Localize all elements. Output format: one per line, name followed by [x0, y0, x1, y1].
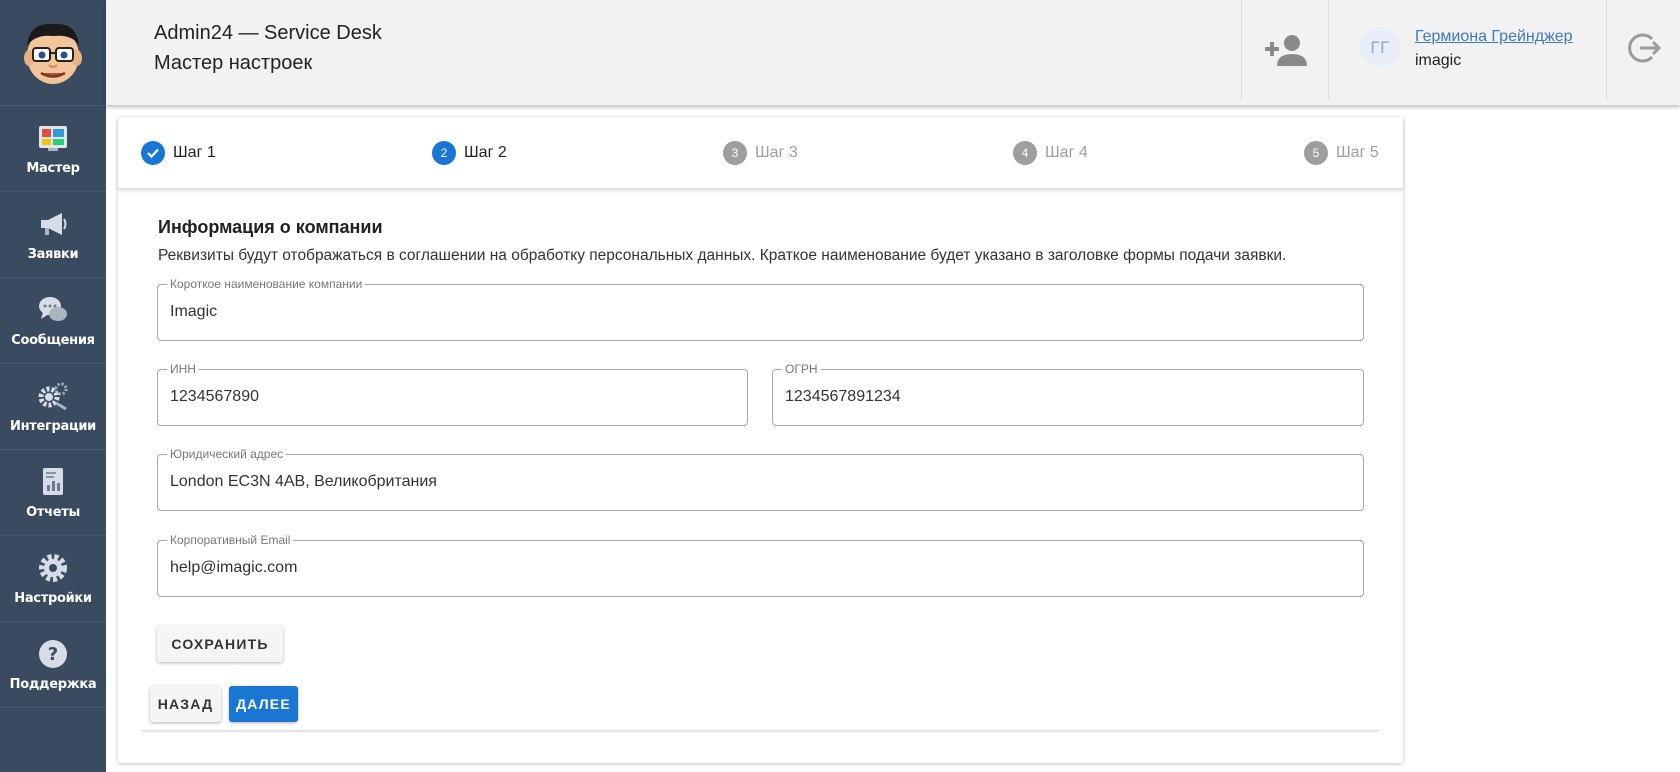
step-number: 2 — [432, 141, 456, 165]
top-header: Admin24 — Service Desk Мастер настроек Г… — [106, 0, 1680, 105]
sidebar-item-settings[interactable]: Настройки — [0, 536, 106, 622]
company-name-input[interactable]: Imagic — [170, 303, 217, 321]
step-label: Шаг 5 — [1336, 144, 1379, 161]
back-button[interactable]: НАЗАД — [150, 686, 221, 722]
add-user-button[interactable] — [1260, 28, 1310, 72]
sidebar-item-reports[interactable]: Отчеты — [0, 450, 106, 536]
sidebar-item-label: Поддержка — [9, 677, 97, 692]
help-icon: ? — [39, 640, 67, 668]
sidebar-item-master[interactable]: Мастер — [0, 106, 106, 192]
cartoon-face-logo-icon — [24, 23, 82, 84]
settings-gear-icon — [39, 554, 67, 582]
user-name-link[interactable]: Гермиона Грейнджер — [1415, 28, 1573, 46]
next-button[interactable]: ДАЛЕЕ — [229, 686, 298, 722]
field-label: ОГРН — [782, 362, 821, 376]
step-4[interactable]: 4 Шаг 4 — [1013, 141, 1088, 165]
section-description: Реквизиты будут отображаться в соглашени… — [158, 247, 1287, 264]
header-divider — [1606, 0, 1607, 100]
step-3[interactable]: 3 Шаг 3 — [723, 141, 798, 165]
save-button[interactable]: СОХРАНИТЬ — [157, 626, 283, 662]
sidebar-item-integrations[interactable]: Интеграции — [0, 364, 106, 450]
corporate-email-field[interactable]: Корпоративный Email help@imagic.com — [157, 533, 1364, 597]
legal-address-field[interactable]: Юридический адрес London EC3N 4AB, Велик… — [157, 447, 1364, 511]
sidebar-item-label: Заявки — [27, 247, 79, 262]
inn-input[interactable]: 1234567890 — [170, 388, 259, 406]
sidebar-item-label: Мастер — [26, 161, 80, 176]
ogrn-input[interactable]: 1234567891234 — [785, 388, 901, 406]
svg-text:?: ? — [48, 644, 58, 665]
app-title: Admin24 — Service Desk — [154, 22, 382, 44]
step-5[interactable]: 5 Шаг 5 — [1304, 141, 1379, 165]
step-number: 5 — [1304, 141, 1328, 165]
megaphone-icon — [41, 213, 67, 235]
ogrn-field[interactable]: ОГРН 1234567891234 — [772, 362, 1364, 426]
add-user-icon — [1265, 35, 1307, 66]
sidebar-item-label: Настройки — [14, 591, 92, 606]
sidebar-item-requests[interactable]: Заявки — [0, 192, 106, 278]
sidebar: Мастер Заявки Сообщения Интеграции Отчет… — [0, 0, 106, 772]
step-label: Шаг 4 — [1045, 144, 1088, 161]
step-label: Шаг 1 — [173, 144, 216, 161]
field-label: Юридический адрес — [167, 447, 287, 461]
wizard-card: Шаг 1 2 Шаг 2 3 Шаг 3 4 Шаг 4 5 Шаг 5 Ин… — [118, 117, 1403, 763]
inn-field[interactable]: ИНН 1234567890 — [157, 362, 748, 426]
sidebar-item-label: Отчеты — [26, 505, 80, 520]
chat-bubbles-icon — [39, 297, 67, 321]
header-divider — [1241, 0, 1242, 100]
sidebar-item-label: Сообщения — [11, 333, 95, 348]
dashboard-icon — [39, 126, 67, 151]
page-title: Мастер настроек — [154, 52, 313, 74]
step-label: Шаг 3 — [755, 144, 798, 161]
logout-icon — [1628, 33, 1662, 63]
user-organization: imagic — [1415, 52, 1462, 69]
header-divider — [1328, 0, 1329, 100]
sidebar-item-support[interactable]: ? Поддержка — [0, 622, 106, 708]
corporate-email-input[interactable]: help@imagic.com — [170, 559, 297, 577]
avatar[interactable]: ГГ — [1360, 27, 1400, 67]
step-2[interactable]: 2 Шаг 2 — [432, 141, 507, 165]
step-number: 3 — [723, 141, 747, 165]
app-logo[interactable] — [0, 0, 106, 106]
step-number: 4 — [1013, 141, 1037, 165]
stepper: Шаг 1 2 Шаг 2 3 Шаг 3 4 Шаг 4 5 Шаг 5 — [118, 117, 1403, 189]
logout-button[interactable] — [1624, 28, 1664, 68]
field-label: Короткое наименование компании — [167, 277, 366, 291]
sidebar-item-label: Интеграции — [10, 419, 96, 434]
company-name-field[interactable]: Короткое наименование компании Imagic — [157, 277, 1364, 341]
section-title: Информация о компании — [158, 217, 383, 237]
report-icon — [43, 468, 63, 495]
check-icon — [141, 141, 165, 165]
gears-icon — [38, 382, 68, 411]
divider — [142, 730, 1379, 731]
step-1[interactable]: Шаг 1 — [141, 141, 216, 165]
step-label: Шаг 2 — [464, 144, 507, 161]
legal-address-input[interactable]: London EC3N 4AB, Великобритания — [170, 473, 437, 491]
sidebar-item-messages[interactable]: Сообщения — [0, 278, 106, 364]
field-label: Корпоративный Email — [167, 533, 294, 547]
field-label: ИНН — [167, 362, 199, 376]
